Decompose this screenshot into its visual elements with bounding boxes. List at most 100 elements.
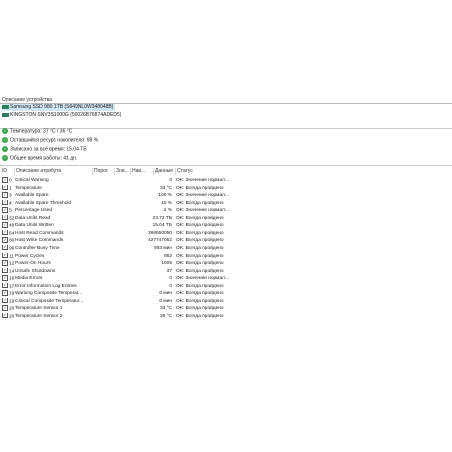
summary-text: Оставшийся ресурс накопителя: 98 % bbox=[10, 137, 99, 144]
device-item-label: KINGSTON SNV3S1000G (50026B76874ADED5) bbox=[10, 112, 122, 118]
summary-text: Температура: 37 °C / 36 °C bbox=[10, 128, 73, 135]
column-header-status[interactable]: Статус bbox=[175, 168, 237, 175]
row-data: 0 bbox=[169, 276, 172, 282]
checkbox-icon[interactable]: ✓ bbox=[2, 312, 8, 319]
table-row[interactable]: ✓128Power-On Hours 1005 OK: Всегда пройден… bbox=[0, 260, 452, 268]
row-data: 36 °C bbox=[159, 313, 172, 319]
column-header-id[interactable]: ID bbox=[2, 168, 12, 175]
checkbox-icon[interactable]: ✓ bbox=[2, 184, 8, 191]
checkbox-icon[interactable]: ✓ bbox=[2, 199, 8, 206]
table-row[interactable]: ✓ 96 Controller Busy Time 993 мин OK: Всегда… bbox=[0, 244, 452, 253]
summary-temperature: ✓ Температура: 37 °C / 36 °C bbox=[2, 128, 72, 135]
column-header-value[interactable]: Зна... bbox=[114, 168, 130, 175]
row-status: OK: Всегда пройдено bbox=[176, 215, 224, 221]
table-row[interactable]: ✓144Unsafe Shutdowns 37 OK: Всегда пройден… bbox=[0, 267, 452, 276]
column-header-description[interactable]: Описание атрибута bbox=[14, 168, 92, 175]
row-description: Temperature Sensor 2 bbox=[15, 313, 63, 319]
checkbox-icon[interactable]: ✓ bbox=[2, 237, 8, 243]
row-data: 33 °C bbox=[159, 185, 172, 191]
row-id: 80 bbox=[9, 238, 14, 244]
checkbox-icon[interactable]: ✓ bbox=[2, 282, 8, 289]
checkbox-icon[interactable]: ✓ bbox=[2, 214, 8, 221]
row-id: 3 bbox=[9, 193, 12, 199]
table-row[interactable]: ✓112Power Cycles 952 OK: Всегда пройдено bbox=[0, 252, 452, 261]
checkbox-icon[interactable]: ✓ bbox=[2, 290, 8, 296]
row-data: 10 % bbox=[161, 200, 172, 206]
summary-text: Записано за всё время: 15.04 ТБ bbox=[10, 146, 87, 153]
ok-check-icon: ✓ bbox=[2, 146, 8, 152]
row-data: 952 bbox=[163, 253, 172, 259]
table-row[interactable]: ✓ 32 Data Units Read 23.72 ТБ OK: Всегда про… bbox=[0, 214, 452, 223]
row-description: Unsafe Shutdowns bbox=[15, 268, 56, 274]
row-data: 0 bbox=[169, 178, 172, 183]
checkbox-icon[interactable]: ✓ bbox=[2, 222, 8, 228]
table-row[interactable]: ✓200Temperature Sensor 1 33 °C OK: Всегда … bbox=[0, 305, 452, 313]
row-data: 0 bbox=[169, 283, 172, 289]
row-id-cell: ✓202 bbox=[2, 312, 14, 321]
table-row[interactable]: ✓202Temperature Sensor 2 36 °C OK: Всегда … bbox=[0, 312, 452, 321]
row-id: 160 bbox=[9, 276, 14, 282]
summary-text: Общее время работы: 41 дн. bbox=[10, 155, 78, 162]
checkbox-icon[interactable]: ✓ bbox=[2, 267, 8, 274]
checkbox-icon[interactable]: ✓ bbox=[2, 260, 8, 266]
row-id: 96 bbox=[9, 246, 14, 252]
row-id: 1 bbox=[9, 185, 12, 191]
row-id: 144 bbox=[9, 268, 14, 274]
row-description: Temperature Sensor 1 bbox=[15, 306, 63, 312]
table-row[interactable]: ✓ 48 Data Units Written 15.04 ТБ OK: Всегда … bbox=[0, 222, 452, 230]
checkbox-icon[interactable]: ✓ bbox=[2, 297, 8, 304]
row-description: Available Spare bbox=[15, 193, 49, 199]
column-header-threshold[interactable]: Порог bbox=[92, 168, 114, 175]
row-status: OK: Всегда пройдено bbox=[176, 253, 224, 259]
row-description: Power-On Hours bbox=[15, 261, 51, 267]
row-status: OK: Всегда пройдено bbox=[176, 238, 224, 244]
device-item-samsung[interactable]: Samsung SSD 980 1TB (S649NL0W348048B) bbox=[2, 104, 116, 111]
ok-check-icon: ✓ bbox=[2, 155, 8, 161]
row-data: 1005 bbox=[161, 261, 172, 267]
checkbox-icon[interactable]: ✓ bbox=[2, 177, 8, 183]
row-data: 33 °C bbox=[159, 306, 172, 312]
checkbox-icon[interactable]: ✓ bbox=[2, 229, 8, 236]
table-row[interactable]: ✓ 4 Available Spare Threshold 10 % OK: Всегд… bbox=[0, 199, 452, 208]
table-row[interactable]: ✓ 3 Available Spare 100 % OK: Значение норма… bbox=[0, 192, 452, 200]
ok-check-icon: ✓ bbox=[2, 128, 8, 134]
row-id: 48 bbox=[9, 223, 14, 229]
row-description: Critical Warning bbox=[15, 178, 49, 183]
row-description: Media Errors bbox=[15, 276, 43, 282]
row-status: OK: Всегда пройдено bbox=[176, 245, 224, 251]
table-row[interactable]: ✓196Critical Composite Temperatur... 0 ми… bbox=[0, 297, 452, 306]
table-row[interactable]: ✓ 0 Critical Warning 0 OK: Значение нормал..… bbox=[0, 177, 452, 185]
checkbox-icon[interactable]: ✓ bbox=[2, 275, 8, 281]
row-status: OK: Всегда пройдено bbox=[176, 306, 224, 312]
row-description: Host Read Commands bbox=[15, 230, 64, 236]
device-item-kingston[interactable]: KINGSTON SNV3S1000G (50026B76874ADED5) bbox=[2, 112, 123, 119]
column-header-data[interactable]: Данные bbox=[153, 168, 175, 175]
row-status: OK: Всегда пройдено bbox=[176, 230, 224, 236]
table-row[interactable]: ✓ 5 Percentage Used 2 % OK: Значение нормал.… bbox=[0, 207, 452, 215]
checkbox-icon[interactable]: ✓ bbox=[2, 207, 8, 213]
drive-icon bbox=[2, 112, 9, 117]
summary-divider bbox=[0, 165, 452, 166]
column-header-worst[interactable]: Наи... bbox=[130, 168, 146, 175]
row-data: 398650050 bbox=[147, 230, 172, 236]
checkbox-icon[interactable]: ✓ bbox=[2, 305, 8, 311]
table-row[interactable]: ✓192Warning Composite Temperat... 0 мин OK… bbox=[0, 290, 452, 298]
row-status: OK: Всегда пройдено bbox=[176, 223, 224, 229]
row-description: Warning Composite Temperat... bbox=[15, 291, 83, 297]
row-id: 196 bbox=[9, 299, 14, 305]
row-id: 192 bbox=[9, 291, 14, 297]
row-description: Percentage Used bbox=[15, 208, 53, 214]
checkbox-icon[interactable]: ✓ bbox=[2, 192, 8, 198]
table-row[interactable]: ✓176Error Information Log Entries 0 OK: Вс… bbox=[0, 282, 452, 291]
row-data: 100 % bbox=[158, 193, 172, 199]
table-row[interactable]: ✓160Media Errors 0 OK: Значение нормал... bbox=[0, 275, 452, 283]
row-status: OK: Значение нормал... bbox=[176, 178, 229, 183]
table-row[interactable]: ✓ 1 Temperature 33 °C OK: Всегда пройдено bbox=[0, 184, 452, 193]
row-description: Critical Composite Temperatur... bbox=[15, 298, 84, 304]
device-list: Описание устройства Samsung SSD 980 1TB … bbox=[0, 94, 452, 129]
checkbox-icon[interactable]: ✓ bbox=[2, 252, 8, 258]
checkbox-icon[interactable]: ✓ bbox=[2, 244, 8, 251]
table-row[interactable]: ✓ 64 Host Read Commands 398650050 OK: Всегда… bbox=[0, 229, 452, 238]
row-id: 112 bbox=[9, 253, 14, 259]
table-row[interactable]: ✓ 80 Host Write Commands 427747052 OK: Всегд… bbox=[0, 237, 452, 245]
